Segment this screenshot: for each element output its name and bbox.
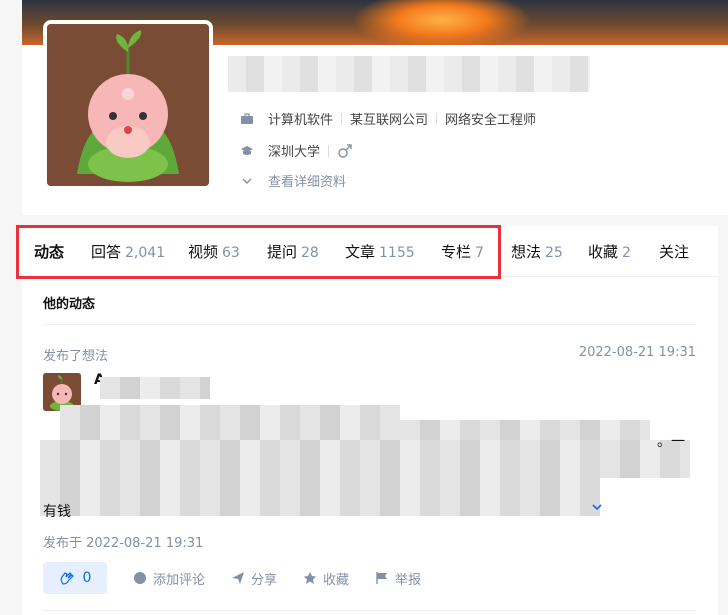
report-label: 举报 bbox=[395, 572, 422, 588]
separator bbox=[436, 112, 438, 125]
redacted-text bbox=[60, 405, 400, 441]
comment-button[interactable]: 添加评论 bbox=[133, 569, 205, 588]
content-fragment: 有钱 bbox=[43, 504, 71, 520]
star-icon bbox=[304, 572, 317, 584]
tab-collections[interactable]: 收藏 2 bbox=[588, 241, 631, 262]
position-label: 网络安全工程师 bbox=[445, 113, 537, 128]
published-time: 发布于 2022-08-21 19:31 bbox=[43, 536, 204, 551]
tab-label: 想法 bbox=[511, 242, 542, 261]
feed-item-actions: 0 添加评论 分享 收藏 举报 bbox=[43, 562, 421, 594]
redacted-text bbox=[100, 377, 210, 399]
feed-section-title: 他的动态 bbox=[43, 297, 96, 312]
content-fragment: 。一 bbox=[657, 434, 685, 450]
separator bbox=[341, 112, 343, 125]
tabs-highlight-box bbox=[16, 225, 501, 279]
feed-item-timestamp: 2022-08-21 19:31 bbox=[578, 345, 696, 360]
favorite-button[interactable]: 收藏 bbox=[303, 569, 349, 588]
profile-education-row: 深圳大学 bbox=[240, 141, 353, 160]
redacted-text bbox=[40, 440, 690, 478]
tab-following[interactable]: 关注 bbox=[659, 241, 689, 262]
share-label: 分享 bbox=[251, 572, 278, 588]
comment-icon bbox=[134, 572, 146, 584]
tab-thoughts[interactable]: 想法 25 bbox=[511, 241, 563, 262]
tab-label: 收藏 bbox=[588, 242, 619, 261]
share-icon bbox=[232, 572, 245, 584]
like-button[interactable]: 0 bbox=[43, 562, 107, 594]
briefcase-icon bbox=[241, 112, 253, 124]
industry-label: 计算机软件 bbox=[268, 113, 334, 128]
like-count: 0 bbox=[82, 570, 92, 586]
report-button[interactable]: 举报 bbox=[375, 569, 421, 588]
divider bbox=[43, 324, 696, 325]
redacted-text bbox=[40, 476, 600, 516]
profile-avatar[interactable] bbox=[43, 20, 213, 190]
profile-name-redacted bbox=[228, 56, 590, 92]
school-label: 深圳大学 bbox=[268, 145, 321, 160]
tab-count: 2 bbox=[622, 244, 631, 261]
avatar-illustration bbox=[47, 24, 209, 186]
clap-icon bbox=[60, 572, 74, 585]
feed-item-action: 发布了想法 bbox=[43, 349, 109, 364]
tab-count: 25 bbox=[545, 244, 563, 261]
view-details-label: 查看详细资料 bbox=[268, 175, 347, 190]
expand-chevron-icon[interactable] bbox=[590, 500, 604, 514]
view-details-link[interactable]: 查看详细资料 bbox=[240, 171, 346, 190]
flag-icon bbox=[376, 572, 388, 584]
favorite-label: 收藏 bbox=[323, 572, 350, 588]
tab-label: 关注 bbox=[659, 242, 690, 261]
graduation-cap-icon bbox=[241, 145, 253, 155]
share-button[interactable]: 分享 bbox=[231, 569, 277, 588]
male-icon bbox=[338, 143, 352, 158]
separator bbox=[328, 144, 330, 157]
divider bbox=[43, 610, 696, 611]
comment-label: 添加评论 bbox=[153, 572, 206, 588]
company-label: 某互联网公司 bbox=[350, 113, 429, 128]
chevron-down-icon bbox=[242, 178, 252, 184]
profile-occupation-row: 计算机软件 某互联网公司 网络安全工程师 bbox=[240, 109, 536, 128]
